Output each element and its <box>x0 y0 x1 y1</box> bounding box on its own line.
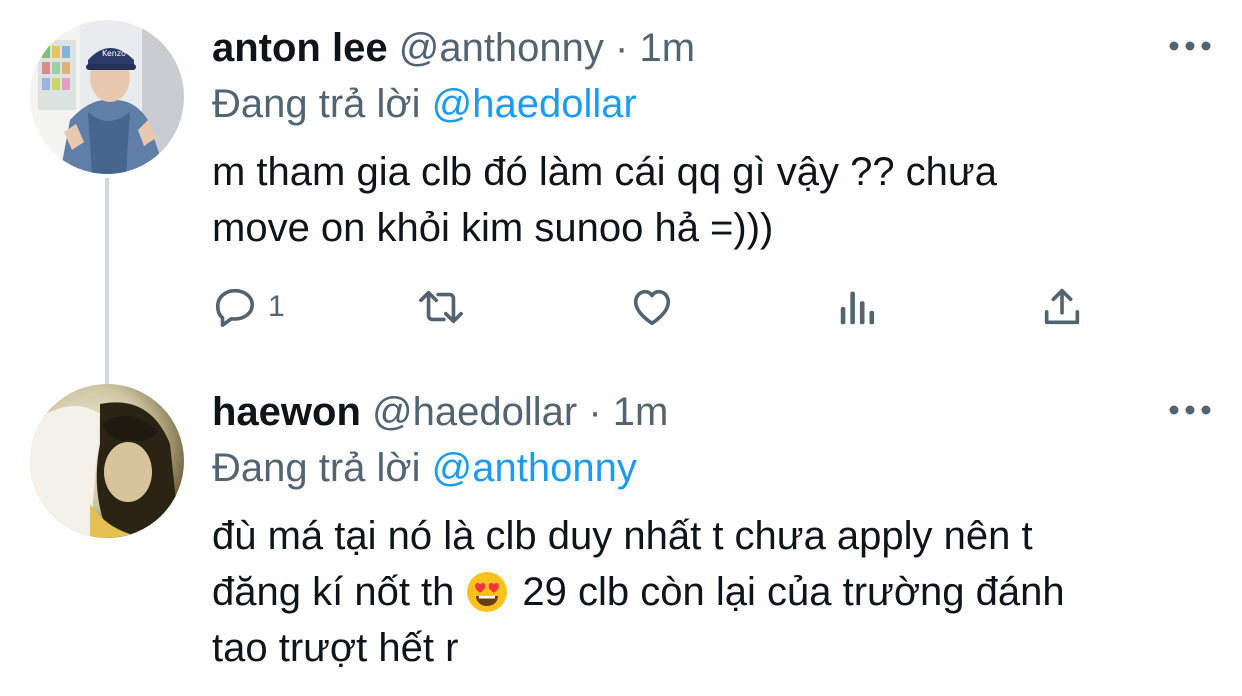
tweet-content: haewon @haedollar · 1m Đang trả lời @ant… <box>212 388 1202 676</box>
tweet-text: đù má tại nó là clb duy nhất t chưa appl… <box>212 508 1202 676</box>
share-button[interactable] <box>1040 282 1084 332</box>
tweet-text-line: tao trượt hết r <box>212 626 459 670</box>
reply-button[interactable]: 1 <box>212 282 285 332</box>
tweet-text-line: move on khỏi kim sunoo hả =))) <box>212 206 774 250</box>
avatar[interactable] <box>30 384 184 538</box>
views-button[interactable] <box>836 282 880 332</box>
like-icon <box>633 289 671 326</box>
svg-text:Kenzo: Kenzo <box>102 49 126 58</box>
tweet-text-line: m tham gia clb đó làm cái qq gì vậy ?? c… <box>212 150 997 194</box>
share-icon <box>1044 288 1080 325</box>
display-name[interactable]: haewon <box>212 390 361 434</box>
tweet-text-line: đăng kí nốt th 29 clb còn lại của trường… <box>212 564 1202 620</box>
replying-to: Đang trả lời @haedollar <box>212 80 1202 128</box>
tweet-header: anton lee @anthonny · 1m <box>212 24 1202 72</box>
user-handle[interactable]: @haedollar <box>372 390 577 434</box>
more-icon[interactable] <box>1168 402 1212 418</box>
separator-dot: · <box>588 390 602 434</box>
display-name[interactable]: anton lee <box>212 26 388 70</box>
tweet-text-line: đù má tại nó là clb duy nhất t chưa appl… <box>212 514 1033 558</box>
more-icon[interactable] <box>1168 38 1212 54</box>
replying-to: Đang trả lời @anthonny <box>212 444 1202 492</box>
replying-to-label: Đang trả lời <box>212 82 421 126</box>
mention-link[interactable]: @haedollar <box>432 82 637 126</box>
views-icon <box>840 291 875 325</box>
user-handle[interactable]: @anthonny <box>399 26 604 70</box>
retweet-button[interactable] <box>415 282 467 332</box>
reply-count: 1 <box>268 290 285 323</box>
avatar[interactable]: Kenzo <box>30 20 184 174</box>
heart-eyes-emoji <box>466 571 508 613</box>
reply-icon <box>215 288 255 328</box>
tweet-content: anton lee @anthonny · 1m Đang trả lời @h… <box>212 24 1202 256</box>
tweet[interactable]: haewon @haedollar · 1m Đang trả lời @ant… <box>0 370 1242 696</box>
tweet-thread: Kenzo anton lee @anthonny · 1m Đang trả … <box>0 0 1242 696</box>
timestamp[interactable]: 1m <box>640 26 696 70</box>
action-bar: 1 <box>212 282 1112 332</box>
timestamp[interactable]: 1m <box>613 390 669 434</box>
tweet-header: haewon @haedollar · 1m <box>212 388 1202 436</box>
tweet-text: m tham gia clb đó làm cái qq gì vậy ?? c… <box>212 144 1202 256</box>
mention-link[interactable]: @anthonny <box>432 446 637 490</box>
retweet-icon <box>419 290 463 324</box>
separator-dot: · <box>615 26 629 70</box>
tweet-text-segment: đăng kí nốt th <box>212 570 455 614</box>
like-button[interactable] <box>628 282 676 332</box>
tweet-text-segment: 29 clb còn lại của trường đánh <box>522 570 1065 614</box>
replying-to-label: Đang trả lời <box>212 446 421 490</box>
tweet[interactable]: Kenzo anton lee @anthonny · 1m Đang trả … <box>0 0 1242 370</box>
